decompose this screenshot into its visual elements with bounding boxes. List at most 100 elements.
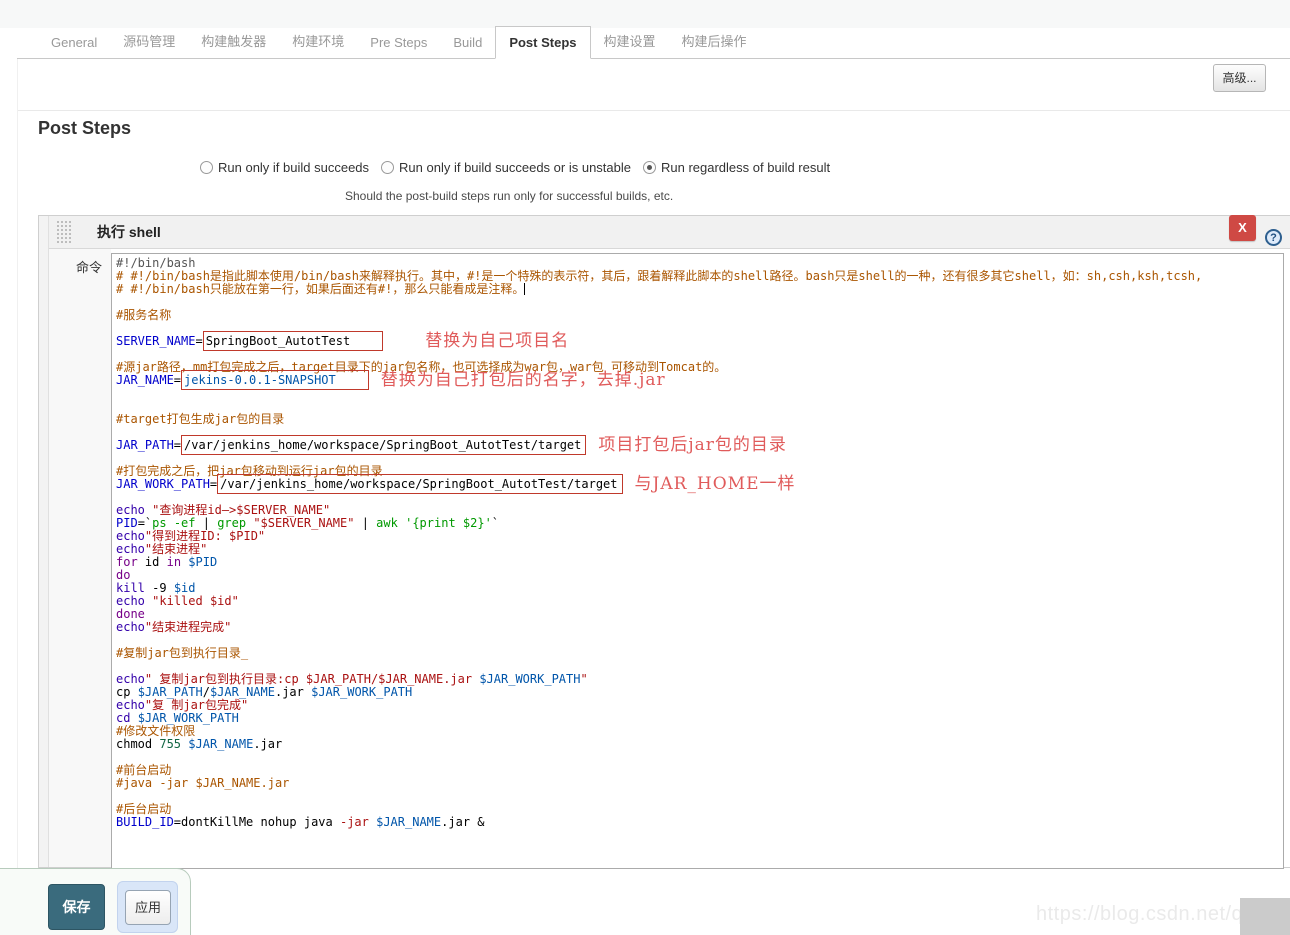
code-token: .jar [275, 685, 311, 699]
apply-button-wrap: 应用 [117, 881, 178, 933]
radio-button[interactable] [381, 161, 394, 174]
tab-构建后操作[interactable]: 构建后操作 [669, 23, 760, 58]
code-token: "$SERVER_NAME" [253, 516, 354, 530]
code-line: SERVER_NAME=SpringBoot_AutotTest替换为自己项目名 [116, 335, 1283, 348]
code-token: JAR_WORK_PATH [116, 477, 210, 491]
tab-构建设置[interactable]: 构建设置 [591, 23, 669, 58]
code-token: $JAR_NAME [376, 815, 441, 829]
radio-button[interactable] [200, 161, 213, 174]
code-token: cd [116, 711, 130, 725]
code-line: echo"复 制jar包完成" [116, 699, 1283, 712]
code-token [398, 516, 405, 530]
left-border [17, 59, 18, 935]
tab-post-steps[interactable]: Post Steps [495, 26, 590, 59]
advanced-button[interactable]: 高级... [1213, 64, 1266, 92]
config-tabbar: General源码管理构建触发器构建环境Pre StepsBuildPost S… [17, 28, 1290, 59]
tab-general[interactable]: General [38, 27, 110, 58]
code-token: $JAR_NAME [188, 737, 253, 751]
code-token: ps -ef [152, 516, 195, 530]
code-line: JAR_WORK_PATH=/var/jenkins_home/workspac… [116, 478, 1283, 491]
code-line: PID=`ps -ef | grep "$SERVER_NAME" | awk … [116, 517, 1283, 530]
code-line [116, 634, 1283, 647]
code-token: $JAR_NAME [210, 685, 275, 699]
shell-build-step-panel: 执行 shell X ? 命令 #!/bin/bash# #!/bin/bash… [38, 215, 1290, 868]
delete-step-button[interactable]: X [1229, 215, 1256, 241]
code-token: -jar [340, 815, 369, 829]
code-token: =dontKillMe nohup java [174, 815, 340, 829]
code-line: # #!/bin/bash只能放在第一行，如果后面还有#!，那么只能看成是注释。 [116, 283, 1283, 296]
code-token: PID [116, 516, 138, 530]
code-token: JAR_NAME [116, 373, 174, 387]
radio-option-2[interactable]: Run regardless of build result [643, 160, 830, 175]
code-line: JAR_NAME=jekins-0.0.1-SNAPSHOT替换为自己打包后的名… [116, 374, 1283, 387]
tab-源码管理[interactable]: 源码管理 [110, 23, 188, 58]
code-token: $id [174, 581, 196, 595]
code-line: echo"结束进程" [116, 543, 1283, 556]
code-line: cd $JAR_WORK_PATH [116, 712, 1283, 725]
code-token: $PID [188, 555, 217, 569]
code-token: "得到进程ID: $PID" [145, 529, 265, 543]
code-line: done [116, 608, 1283, 621]
code-token: | [196, 516, 218, 530]
radio-label: Run only if build succeeds or is unstabl… [399, 160, 631, 175]
code-token: #后台启动 [116, 802, 171, 816]
step-left-strip [39, 216, 49, 867]
red-annotation: 项目打包后jar包的目录 [598, 435, 787, 455]
tab-build[interactable]: Build [440, 27, 495, 58]
corner-gray-block [1240, 898, 1290, 935]
code-token: JAR_PATH [116, 438, 174, 452]
code-line: #修改文件权限 [116, 725, 1283, 738]
jenkins-config-page: General源码管理构建触发器构建环境Pre StepsBuildPost S… [0, 0, 1290, 935]
code-token: #复制jar包到执行目录_ [116, 646, 248, 660]
radio-option-1[interactable]: Run only if build succeeds or is unstabl… [381, 160, 631, 175]
code-token: " [580, 672, 587, 686]
code-line: echo "killed $id" [116, 595, 1283, 608]
red-boxed-value: /var/jenkins_home/workspace/SpringBoot_A… [181, 435, 586, 455]
code-line [116, 790, 1283, 803]
code-line: #前台启动 [116, 764, 1283, 777]
code-token: ` [492, 516, 499, 530]
code-token: -9 [145, 581, 174, 595]
section-divider [17, 110, 1290, 111]
help-question-icon[interactable]: ? [1265, 229, 1282, 246]
code-line: do [116, 569, 1283, 582]
code-line: cp $JAR_PATH/$JAR_NAME.jar $JAR_WORK_PAT… [116, 686, 1283, 699]
code-token: id [138, 555, 167, 569]
code-token: .jar [253, 737, 282, 751]
code-line: JAR_PATH=/var/jenkins_home/workspace/Spr… [116, 439, 1283, 452]
code-token: chmod [116, 737, 159, 751]
red-boxed-value: /var/jenkins_home/workspace/SpringBoot_A… [217, 474, 622, 494]
tab-构建环境[interactable]: 构建环境 [279, 23, 357, 58]
red-boxed-value: SpringBoot_AutotTest [203, 331, 384, 351]
code-token: $JAR_WORK_PATH [138, 711, 239, 725]
drag-handle-icon[interactable] [56, 220, 71, 244]
tab-pre-steps[interactable]: Pre Steps [357, 27, 440, 58]
code-line: for id in $PID [116, 556, 1283, 569]
radio-option-0[interactable]: Run only if build succeeds [200, 160, 369, 175]
save-button[interactable]: 保存 [48, 884, 105, 930]
command-label-column: 命令 [49, 249, 111, 867]
code-token: echo [116, 698, 145, 712]
red-annotation: 替换为自己打包后的名字，去掉.jar [381, 370, 666, 390]
code-token: # #!/bin/bash只能放在第一行，如果后面还有#!，那么只能看成是注释。 [116, 282, 524, 296]
code-line [116, 400, 1283, 413]
code-token: $JAR_PATH [138, 685, 203, 699]
code-token: =` [138, 516, 152, 530]
code-line: #复制jar包到执行目录_ [116, 647, 1283, 660]
code-token: = [195, 334, 202, 348]
apply-button[interactable]: 应用 [125, 890, 171, 925]
step-header: 执行 shell [49, 216, 1290, 249]
code-line [116, 296, 1283, 309]
code-token: #前台启动 [116, 763, 171, 777]
code-line [116, 751, 1283, 764]
code-token: "查询进程id—>$SERVER_NAME" [152, 503, 330, 517]
code-token: # #!/bin/bash是指此脚本使用/bin/bash来解释执行。其中，#!… [116, 269, 1202, 283]
code-line: #target打包生成jar包的目录 [116, 413, 1283, 426]
code-token: .jar & [441, 815, 484, 829]
shell-command-editor[interactable]: #!/bin/bash# #!/bin/bash是指此脚本使用/bin/bash… [111, 253, 1284, 869]
code-line: #服务名称 [116, 309, 1283, 322]
code-token: $JAR_WORK_PATH [311, 685, 412, 699]
code-token: echo [116, 594, 145, 608]
radio-button[interactable] [643, 161, 656, 174]
tab-构建触发器[interactable]: 构建触发器 [188, 23, 279, 58]
